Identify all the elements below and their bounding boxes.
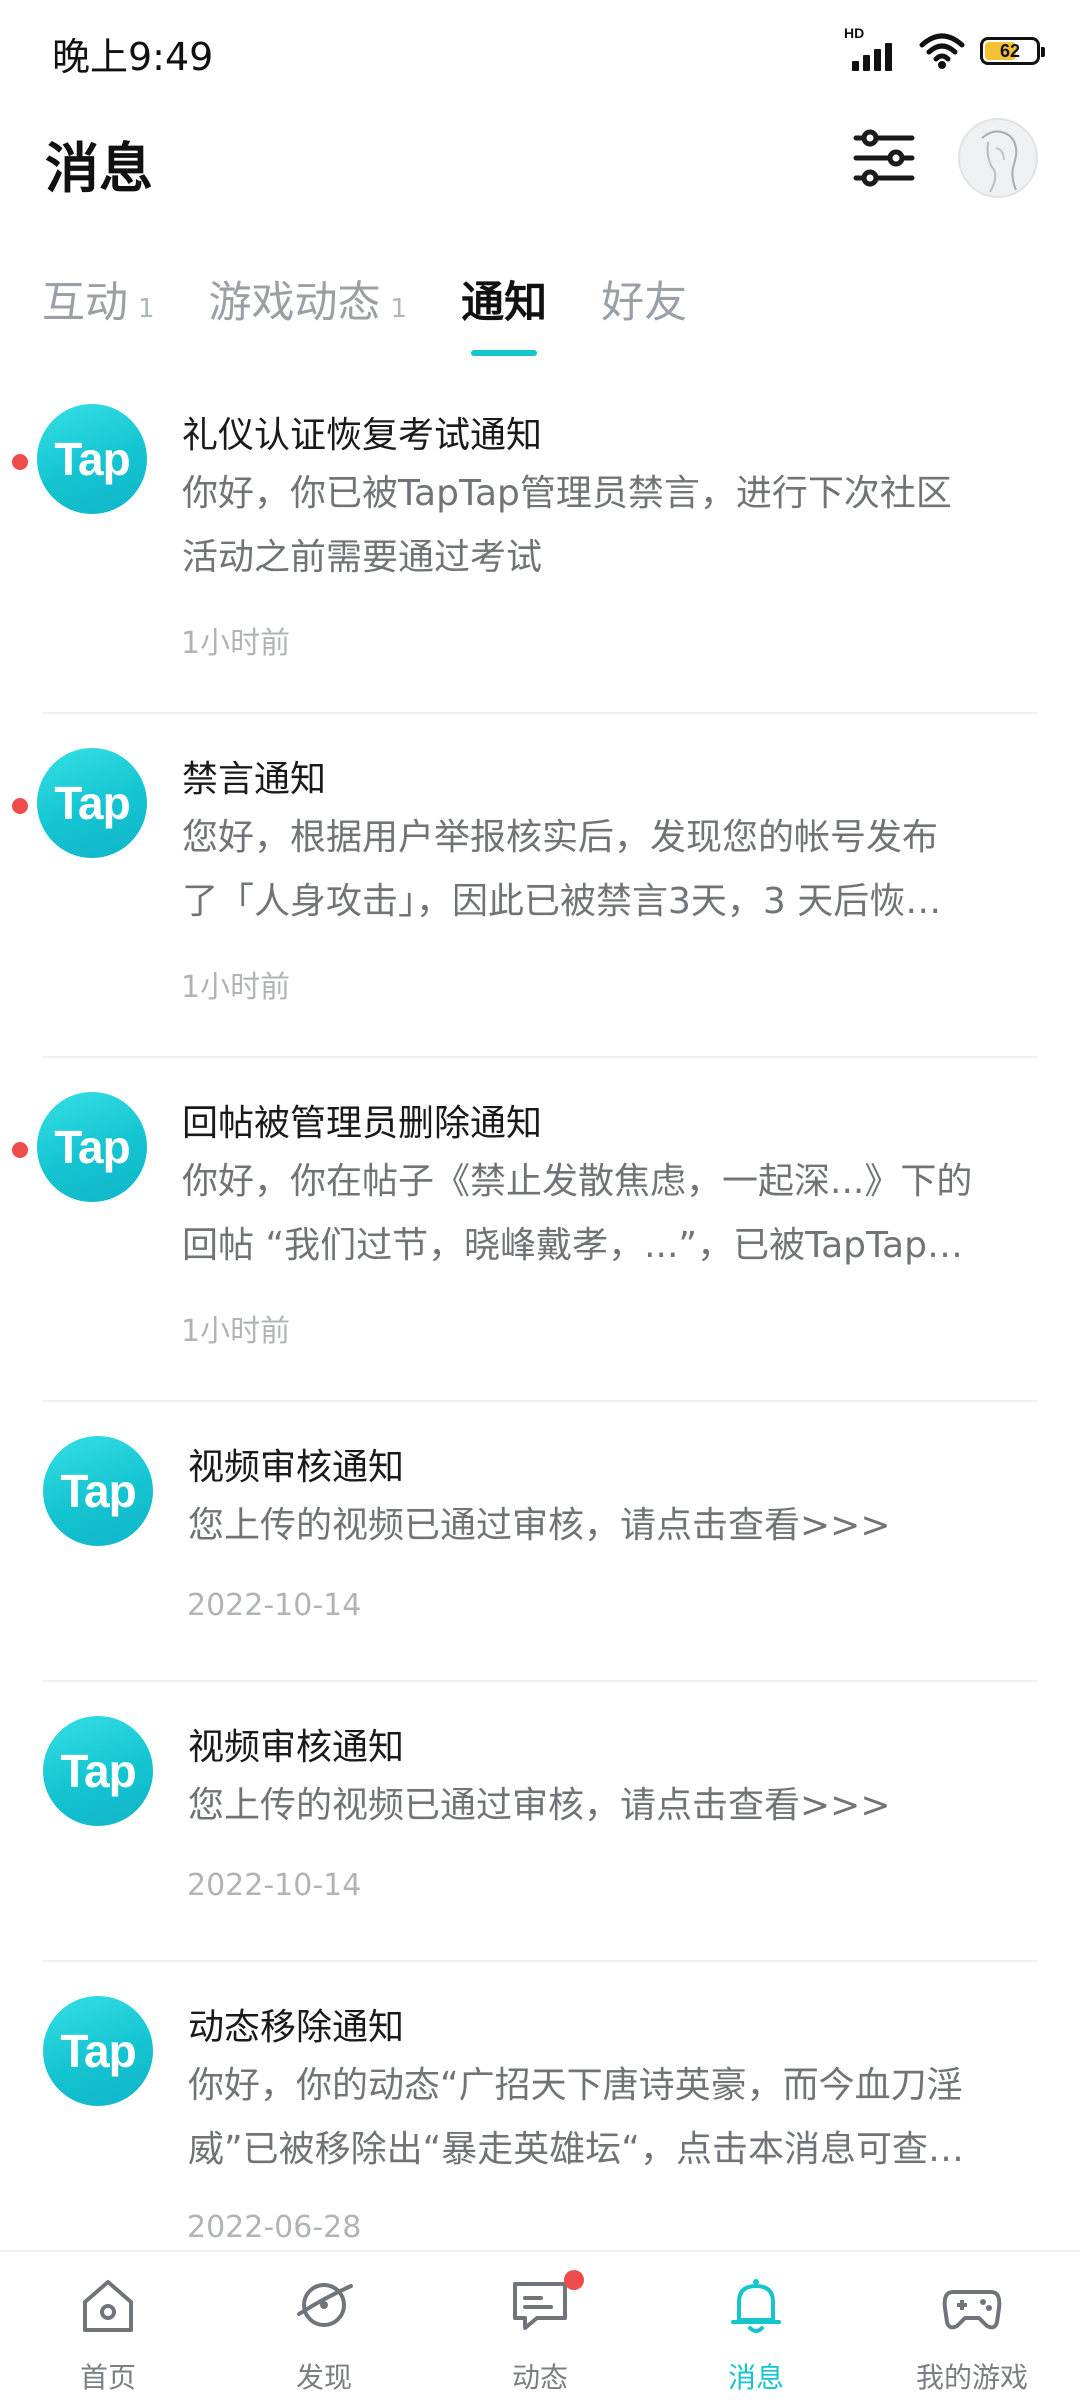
notification-item[interactable]: Tap 礼仪认证恢复考试通知你好，你已被TapTap管理员禁言，进行下次社区 活动之… (0, 370, 1080, 714)
logo-text: Tap (60, 2025, 136, 2077)
nav-label: 动态 (511, 2361, 568, 2394)
unread-dot (12, 798, 28, 814)
nav-label: 我的游戏 (915, 2361, 1028, 2394)
tab-2[interactable]: 通知 (461, 268, 548, 356)
notification-body: 您上传的视频已通过审核，请点击查看>>> (188, 1494, 1038, 1558)
user-avatar-icon (981, 130, 1018, 193)
tab-0[interactable]: 互动 1 (42, 268, 155, 330)
nav-item-3[interactable]: 消息 (648, 2252, 864, 2402)
notification-item[interactable]: Tap 视频审核通知您上传的视频已通过审核，请点击查看>>> 2022-10-14 (0, 1682, 1080, 1962)
wifi-icon (919, 33, 965, 69)
chat-icon (507, 2272, 573, 2338)
logo-text: Tap (54, 777, 130, 829)
signal-icon: HD (844, 25, 904, 73)
nav-item-1[interactable]: 发现 (216, 2252, 432, 2402)
unread-dot (12, 1142, 28, 1158)
active-tab-indicator (471, 350, 538, 356)
page-title: 消息 (45, 137, 153, 200)
taptap-logo-icon: Tap (43, 1996, 153, 2106)
notification-time: 2022-06-28 (187, 2210, 362, 2245)
notification-body: 您好，根据用户举报核实后，发现您的帐号发布 了「人身攻击」，因此已被禁言3天，3 … (182, 806, 1032, 934)
tab-label: 游戏动态 (208, 278, 381, 328)
nav-item-4[interactable]: 我的游戏 (864, 2252, 1080, 2402)
notification-body: 你好，你在帖子《禁止发散焦虑，一起深...》下的 回帖 “我们过节，晓峰戴孝，..… (182, 1150, 1032, 1278)
notification-body: 您上传的视频已通过审核，请点击查看>>> (188, 1774, 1038, 1838)
gamepad-icon (939, 2272, 1005, 2338)
discover-icon (291, 2272, 357, 2338)
notification-body-line: 活动之前需要通过考试 (182, 537, 543, 578)
status-bar: 晚上9:49 HD 62 (0, 0, 1080, 100)
notification-body-line: 您上传的视频已通过审核，请点击查看>>> (188, 1785, 891, 1826)
notification-time: 1小时前 (181, 1314, 291, 1349)
notification-body-line: 你好，你已被TapTap管理员禁言，进行下次社区 (182, 473, 952, 514)
notification-body: 你好，你的动态“广招天下唐诗英豪，而今血刀淫 威”已被移除出“暴走英雄坛“，点击本… (188, 2054, 1038, 2182)
notification-title: 回帖被管理员删除通知 (182, 1103, 543, 1144)
notification-title: 禁言通知 (182, 759, 327, 800)
tab-label: 互动 (42, 278, 128, 328)
notification-title: 动态移除通知 (188, 2007, 405, 2048)
notification-title: 视频审核通知 (188, 1727, 405, 1768)
tab-label: 通知 (461, 278, 548, 328)
battery-icon: 62 (980, 37, 1045, 65)
battery-percent: 62 (999, 40, 1021, 61)
taptap-logo-icon: Tap (43, 1436, 153, 1546)
home-icon (75, 2272, 141, 2338)
tab-count: 1 (138, 294, 155, 324)
notification-title: 视频审核通知 (188, 1447, 405, 1488)
notification-list: Tap 礼仪认证恢复考试通知你好，你已被TapTap管理员禁言，进行下次社区 活动之… (0, 370, 1080, 2306)
notification-item[interactable]: Tap 回帖被管理员删除通知你好，你在帖子《禁止发散焦虑，一起深...》下的 回帖 … (0, 1058, 1080, 1402)
nav-label: 首页 (79, 2361, 136, 2394)
bell-icon (723, 2272, 789, 2338)
notification-item[interactable]: Tap 视频审核通知您上传的视频已通过审核，请点击查看>>> 2022-10-14 (0, 1402, 1080, 1682)
notification-body-line: 你好，你在帖子《禁止发散焦虑，一起深...》下的 (182, 1161, 973, 1202)
taptap-logo-icon: Tap (43, 1716, 153, 1826)
tab-count: 1 (390, 294, 408, 324)
notification-body: 你好，你已被TapTap管理员禁言，进行下次社区 活动之前需要通过考试 (182, 462, 1032, 590)
logo-text: Tap (54, 1121, 130, 1173)
sliders-icon[interactable] (852, 126, 916, 190)
logo-text: Tap (60, 1745, 136, 1797)
notification-body-line: 您好，根据用户举报核实后，发现您的帐号发布 (182, 817, 939, 858)
taptap-logo-icon: Tap (37, 748, 147, 858)
unread-dot (12, 454, 28, 470)
tab-label: 好友 (601, 278, 688, 328)
network-type-label: HD (844, 25, 865, 41)
avatar[interactable] (958, 118, 1038, 198)
nav-label: 消息 (727, 2361, 784, 2394)
notification-time: 1小时前 (181, 970, 291, 1005)
notification-badge (564, 2270, 584, 2290)
notification-body-line: 了「人身攻击」，因此已被禁言3天，3 天后恢… (182, 881, 942, 922)
tab-1[interactable]: 游戏动态 1 (209, 268, 408, 330)
notification-body-line: 回帖 “我们过节，晓峰戴孝，...”，已被TapTap… (182, 1225, 963, 1266)
notification-body-line: 威”已被移除出“暴走英雄坛“，点击本消息可查… (188, 2129, 964, 2170)
notification-time: 1小时前 (181, 626, 291, 661)
notification-item[interactable]: Tap 禁言通知您好，根据用户举报核实后，发现您的帐号发布 了「人身攻击」，因此已被… (0, 714, 1080, 1058)
notification-body-line: 你好，你的动态“广招天下唐诗英豪，而今血刀淫 (188, 2065, 963, 2106)
nav-item-0[interactable]: 首页 (0, 2252, 216, 2402)
logo-text: Tap (54, 433, 130, 485)
nav-label: 发现 (295, 2361, 352, 2394)
taptap-logo-icon: Tap (37, 1092, 147, 1202)
tab-bar: 互动 1 游戏动态 1 通知 好友 (42, 268, 741, 356)
notification-time: 2022-10-14 (187, 1868, 362, 1903)
notification-title: 礼仪认证恢复考试通知 (182, 415, 543, 456)
status-icons: HD 62 (844, 25, 1045, 76)
nav-item-2[interactable]: 动态 (432, 2252, 648, 2402)
status-time: 晚上9:49 (52, 35, 214, 79)
taptap-logo-icon: Tap (37, 404, 147, 514)
notification-body-line: 您上传的视频已通过审核，请点击查看>>> (188, 1505, 891, 1546)
notification-time: 2022-10-14 (187, 1588, 362, 1623)
tab-3[interactable]: 好友 (601, 268, 687, 330)
bottom-nav: 首页 发现 动态 消息 我的游戏 (0, 2250, 1080, 2402)
logo-text: Tap (60, 1465, 136, 1517)
